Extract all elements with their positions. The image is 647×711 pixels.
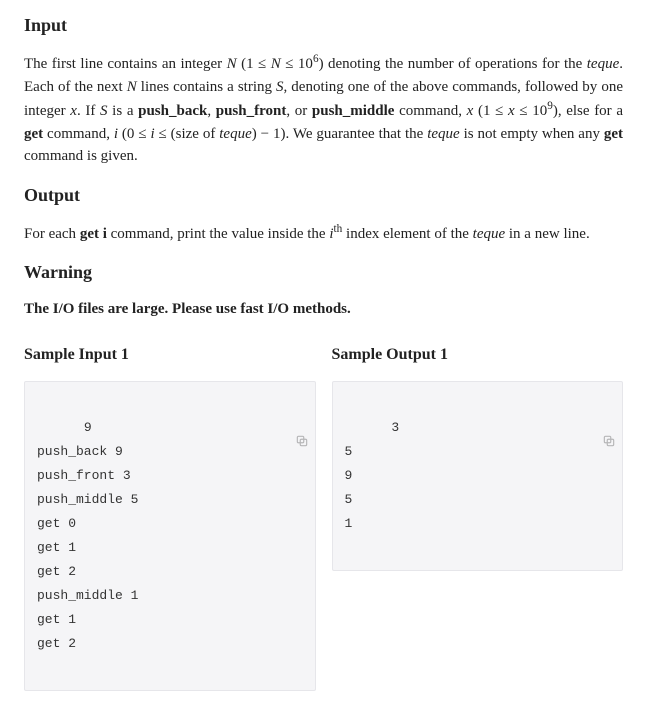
sample-output-title: Sample Output 1 <box>332 343 624 367</box>
sample-input-text: 9 push_back 9 push_front 3 push_middle 5… <box>37 420 138 651</box>
samples-row: Sample Input 1 9 push_back 9 push_front … <box>24 343 623 692</box>
output-heading: Output <box>24 182 623 209</box>
sample-output-text: 3 5 9 5 1 <box>345 420 400 531</box>
sample-input-title: Sample Input 1 <box>24 343 316 367</box>
copy-icon[interactable] <box>602 386 616 400</box>
input-paragraph: The first line contains an integer N (1 … <box>24 51 623 168</box>
copy-icon[interactable] <box>295 386 309 400</box>
input-heading: Input <box>24 12 623 39</box>
sample-output-box: 3 5 9 5 1 <box>332 381 624 571</box>
output-paragraph: For each get i command, print the value … <box>24 221 623 246</box>
warning-text: The I/O files are large. Please use fast… <box>24 298 623 321</box>
warning-heading: Warning <box>24 259 623 286</box>
sample-input-col: Sample Input 1 9 push_back 9 push_front … <box>24 343 316 692</box>
sample-input-box: 9 push_back 9 push_front 3 push_middle 5… <box>24 381 316 692</box>
sample-output-col: Sample Output 1 3 5 9 5 1 <box>332 343 624 692</box>
